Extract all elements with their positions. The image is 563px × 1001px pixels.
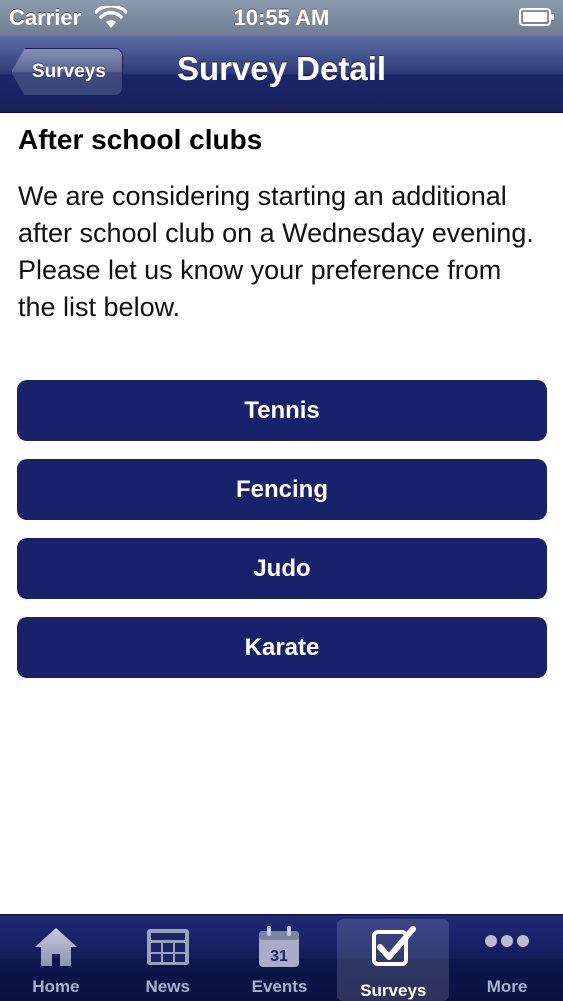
- tab-news-label: News: [145, 977, 190, 996]
- tab-home[interactable]: Home: [0, 915, 112, 1001]
- tab-bar: Home News 31 Events Surveys More: [0, 914, 563, 1001]
- option-tennis-button[interactable]: Tennis: [17, 380, 547, 441]
- status-clock: 10:55 AM: [233, 5, 330, 30]
- tab-more-label: More: [486, 977, 528, 996]
- tab-surveys-label: Surveys: [360, 981, 427, 1000]
- survey-description: We are considering starting an additiona…: [18, 181, 534, 322]
- battery-icon: [519, 8, 554, 26]
- tab-home-label: Home: [32, 977, 80, 996]
- status-bar: Carrier 10:55 AM: [0, 0, 563, 36]
- tab-surveys[interactable]: Surveys: [337, 919, 450, 1001]
- calendar-icon: 31: [259, 926, 300, 967]
- page-title: Survey Detail: [176, 50, 387, 87]
- survey-title: After school clubs: [18, 124, 263, 155]
- more-dots-icon: [485, 935, 530, 947]
- option-fencing-button[interactable]: Fencing: [17, 459, 547, 520]
- navigation-bar: Surveys Survey Detail: [0, 36, 563, 113]
- option-karate-button[interactable]: Karate: [17, 617, 547, 678]
- tab-events-label: Events: [251, 977, 308, 996]
- newspaper-icon: [146, 929, 189, 965]
- survey-options: Tennis Fencing Judo Karate: [17, 380, 547, 696]
- tab-events[interactable]: 31 Events: [224, 915, 336, 1001]
- tab-news[interactable]: News: [112, 915, 224, 1001]
- tab-more[interactable]: More: [451, 915, 563, 1001]
- calendar-day-text: 31: [271, 948, 289, 965]
- home-icon: [34, 928, 77, 966]
- option-judo-button[interactable]: Judo: [17, 538, 547, 599]
- checkbox-icon: [372, 926, 417, 966]
